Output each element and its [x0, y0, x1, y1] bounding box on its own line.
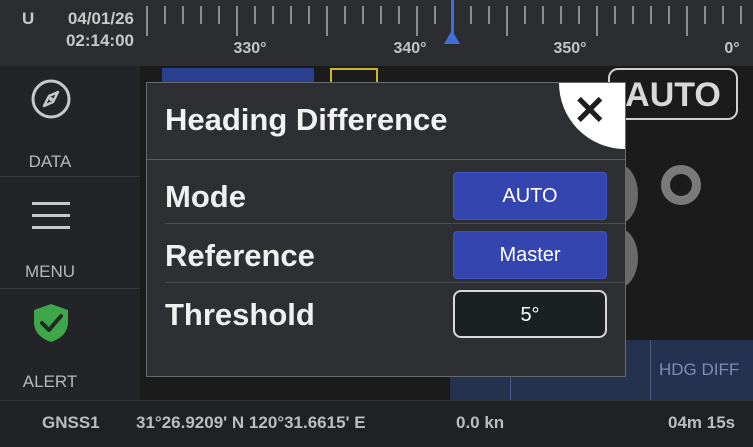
- close-icon: ✕: [573, 89, 607, 133]
- compass-tick: [164, 6, 166, 24]
- compass-tick: [308, 6, 310, 24]
- time-text: 02:14:00: [65, 31, 134, 50]
- heading-compass-tape: 330° 340° 350° 0°: [142, 0, 753, 66]
- compass-tick: [560, 6, 562, 24]
- hamburger-menu-icon: [32, 202, 70, 229]
- compass-tick: [362, 6, 364, 24]
- top-bar: U 04/01/26 02:14:00 330° 340° 350° 0°: [0, 0, 753, 66]
- compass-tick: [182, 6, 184, 24]
- setting-row-threshold: Threshold 5°: [147, 283, 625, 342]
- compass-tick: [398, 6, 400, 24]
- compass-tick: [740, 6, 742, 24]
- position-readout: 31°26.9209' N 120°31.6615' E: [136, 413, 366, 432]
- compass-tick: [704, 6, 706, 24]
- compass-tick: [722, 6, 724, 24]
- divider: [147, 159, 625, 160]
- compass-tick: [290, 6, 292, 24]
- gnss-source: GNSS1: [42, 413, 100, 432]
- sidebar-item-data[interactable]: DATA: [0, 66, 140, 177]
- compass-tick: [254, 6, 256, 24]
- dialog-title: Heading Difference: [165, 102, 448, 137]
- compass-tick: [146, 6, 148, 36]
- compass-tick: [200, 6, 202, 24]
- sidebar: DATA MENU ALERT: [0, 66, 140, 400]
- background-indicator: [661, 165, 701, 205]
- speed-readout: 0.0 kn: [456, 413, 505, 432]
- status-bar: GNSS1 31°26.9209' N 120°31.6615' E 0.0 k…: [0, 400, 753, 447]
- compass-tick: [344, 6, 346, 24]
- compass-tick: [470, 6, 472, 24]
- compass-degree-label: 330°: [233, 40, 267, 57]
- compass-tick: [668, 6, 670, 24]
- setting-row-mode: Mode AUTO: [147, 165, 625, 224]
- close-button[interactable]: ✕: [559, 83, 625, 149]
- compass-tick: [380, 6, 382, 24]
- shield-check-icon: [34, 304, 68, 342]
- date-time-display: U 04/01/26 02:14:00: [12, 8, 142, 52]
- setting-label: Mode: [165, 179, 246, 214]
- compass-tick: [488, 6, 490, 24]
- compass-tick: [218, 6, 220, 24]
- sidebar-item-alert[interactable]: ALERT: [0, 290, 140, 400]
- setting-row-reference: Reference Master: [147, 224, 625, 283]
- compass-degree-label: 340°: [393, 40, 427, 57]
- compass-tick: [650, 6, 652, 24]
- compass-tick: [506, 6, 508, 36]
- sidebar-item-label: ALERT: [22, 372, 78, 391]
- tab-hdg-diff[interactable]: HDG DIFF: [650, 340, 753, 400]
- auto-mode-badge[interactable]: AUTO: [608, 68, 738, 120]
- mode-indicator: U: [22, 9, 35, 28]
- compass-tick: [434, 6, 436, 24]
- sidebar-item-label: DATA: [28, 152, 72, 171]
- compass-tick: [614, 6, 616, 24]
- compass-degree-label: 350°: [553, 40, 587, 57]
- setting-label: Threshold: [165, 297, 315, 332]
- compass-tick: [524, 6, 526, 24]
- reference-select-button[interactable]: Master: [453, 231, 607, 279]
- setting-label: Reference: [165, 238, 315, 273]
- heading-pointer-icon: [444, 30, 460, 44]
- compass-degree-label: 0°: [724, 40, 740, 57]
- compass-tick: [632, 6, 634, 24]
- sidebar-item-label: MENU: [24, 262, 76, 281]
- compass-tick: [686, 6, 688, 36]
- mode-select-button[interactable]: AUTO: [453, 172, 607, 220]
- compass-tick: [542, 6, 544, 24]
- compass-tick: [596, 6, 598, 36]
- threshold-input[interactable]: 5°: [453, 290, 607, 338]
- heading-difference-dialog: Heading Difference ✕ Mode AUTO Reference…: [146, 82, 626, 377]
- compass-tick: [326, 6, 328, 36]
- elapsed-time: 04m 15s: [668, 413, 736, 432]
- compass-tick: [578, 6, 580, 24]
- sidebar-item-menu[interactable]: MENU: [0, 178, 140, 289]
- compass-tick: [236, 6, 238, 36]
- compass-tick: [272, 6, 274, 24]
- compass-tick: [416, 6, 418, 36]
- compass-icon: [31, 79, 71, 119]
